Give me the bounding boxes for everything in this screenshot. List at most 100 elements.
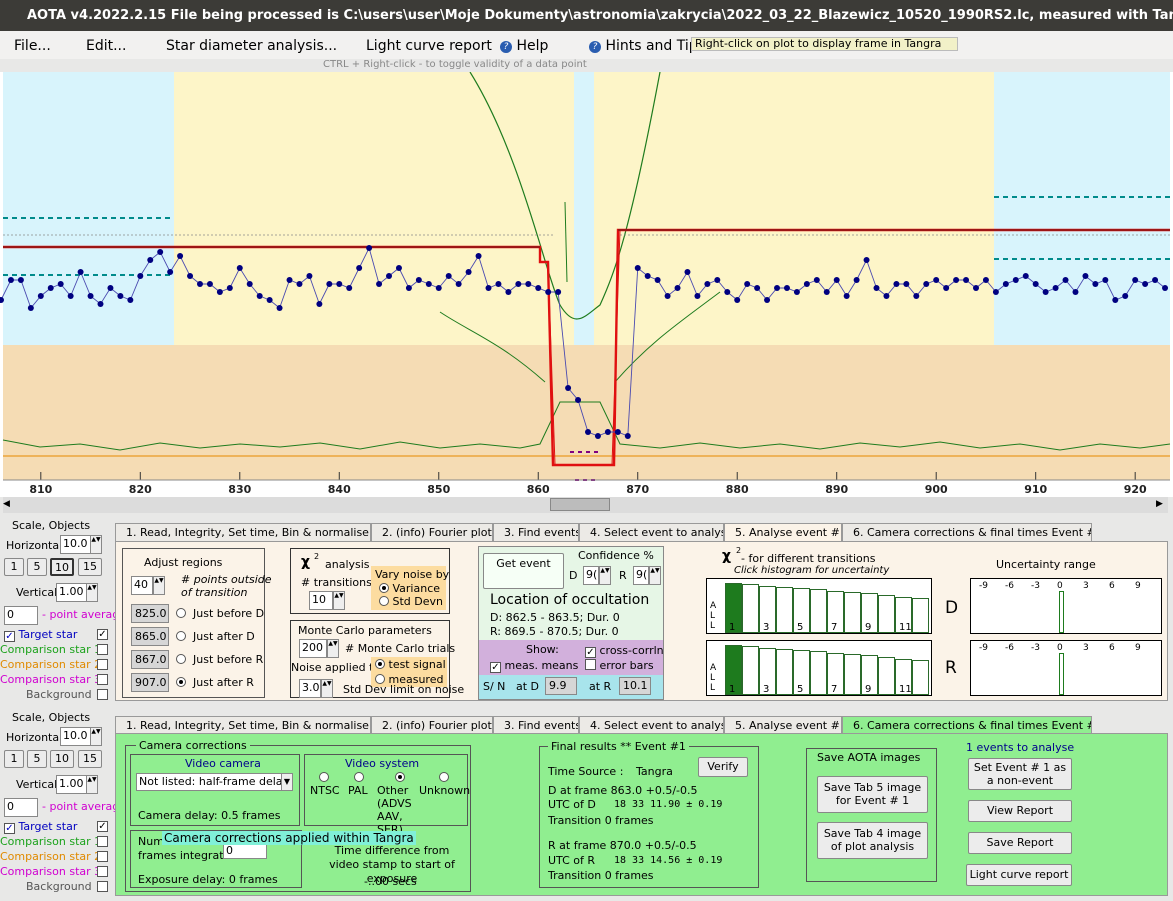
tab-fourier[interactable]: 2. (info) Fourier plot xyxy=(371,716,493,734)
comp2-checkbox[interactable] xyxy=(97,659,108,670)
comp3-checkbox[interactable] xyxy=(97,674,108,685)
horizontal-input[interactable]: 10.0 xyxy=(60,535,92,554)
vary-variance[interactable]: Variance xyxy=(379,582,440,595)
tab-select-event[interactable]: 4. Select event to analyse xyxy=(579,716,724,734)
radio[interactable] xyxy=(375,659,385,669)
spinner[interactable]: ▲▼ xyxy=(86,775,98,794)
target-star-checkbox[interactable]: ✓ xyxy=(97,629,108,640)
comp3-checkbox[interactable] xyxy=(97,866,108,877)
spinner[interactable]: ▲▼ xyxy=(86,583,98,602)
menu-lc-report[interactable]: Light curve report xyxy=(366,38,492,54)
spinner[interactable]: ▲▼ xyxy=(321,679,333,698)
tab-select-event[interactable]: 4. Select event to analyse xyxy=(579,523,724,541)
plot-scrollbar[interactable]: ◀ ▶ xyxy=(3,497,1168,513)
radio[interactable] xyxy=(354,772,364,782)
background-checkbox[interactable] xyxy=(97,689,108,700)
target-star-label[interactable]: ✓ Target star xyxy=(4,628,77,642)
radio[interactable] xyxy=(176,677,186,687)
just-after-r[interactable]: Just after R xyxy=(176,676,254,689)
tab-fourier[interactable]: 2. (info) Fourier plot xyxy=(371,523,493,541)
conf-r-select[interactable]: 9( xyxy=(633,566,649,585)
step-1-button[interactable]: 1 xyxy=(4,750,24,768)
spinner[interactable]: ▲▼ xyxy=(153,576,165,595)
tab-analyse-event[interactable]: 5. Analyse event #1 xyxy=(724,523,842,541)
histogram-bar[interactable] xyxy=(912,598,929,633)
tab-camera-corrections[interactable]: 6. Camera corrections & final times Even… xyxy=(842,523,1092,541)
radio[interactable] xyxy=(176,608,186,618)
radio[interactable] xyxy=(379,583,389,593)
vs-unknown-radio[interactable] xyxy=(439,771,449,784)
histogram-bar[interactable] xyxy=(810,651,827,695)
tab-analyse-event[interactable]: 5. Analyse event #1 xyxy=(724,716,842,734)
radio[interactable] xyxy=(176,631,186,641)
just-before-r[interactable]: Just before R xyxy=(176,653,263,666)
vs-other-radio[interactable] xyxy=(395,771,405,784)
transitions-input[interactable]: 10 xyxy=(309,591,333,610)
background-checkbox[interactable] xyxy=(97,881,108,892)
histogram-r[interactable]: A L L 1 3 5 7 9 11 xyxy=(706,640,932,696)
histogram-d[interactable]: A L L 1 3 5 7 9 11 xyxy=(706,578,932,634)
radio[interactable] xyxy=(319,772,329,782)
mc-trials-input[interactable]: 200 xyxy=(299,639,327,658)
menu-star-diameter[interactable]: Star diameter analysis... xyxy=(166,38,337,54)
spinner[interactable]: ▲▼ xyxy=(333,591,345,610)
menu-edit[interactable]: Edit... xyxy=(86,38,126,54)
radio[interactable] xyxy=(379,596,389,606)
histogram-bar[interactable] xyxy=(810,589,827,633)
horizontal-input[interactable]: 10.0 xyxy=(60,727,92,746)
target-star-label[interactable]: ✓ Target star xyxy=(4,820,77,834)
tab-find-events[interactable]: 3. Find events xyxy=(493,523,579,541)
spinner[interactable]: ▲▼ xyxy=(90,727,102,746)
checkbox[interactable]: ✓ xyxy=(585,647,596,658)
checkbox[interactable]: ✓ xyxy=(490,662,501,673)
histogram-bar[interactable] xyxy=(912,660,929,695)
histogram-bar[interactable] xyxy=(776,649,793,695)
tab-camera-corrections[interactable]: 6. Camera corrections & final times Even… xyxy=(842,716,1092,734)
checkbox[interactable] xyxy=(585,659,596,670)
view-report-button[interactable]: View Report xyxy=(968,800,1072,822)
get-event-button[interactable]: Get event xyxy=(483,553,564,589)
tab-find-events[interactable]: 3. Find events xyxy=(493,716,579,734)
comp2-checkbox[interactable] xyxy=(97,851,108,862)
menu-help[interactable]: ? Help xyxy=(500,38,548,54)
histogram-bar[interactable] xyxy=(844,592,861,633)
radio[interactable] xyxy=(395,772,405,782)
save-tab5-button[interactable]: Save Tab 5 image for Event # 1 xyxy=(817,776,928,813)
step-5-button[interactable]: 5 xyxy=(27,558,47,576)
histogram-bar[interactable] xyxy=(844,654,861,695)
spinner[interactable]: ▲▼ xyxy=(90,535,102,554)
checkbox[interactable]: ✓ xyxy=(4,823,15,834)
step-10-button[interactable]: 10 xyxy=(50,558,74,576)
vary-stddev[interactable]: Std Devn xyxy=(379,595,443,608)
scroll-thumb[interactable] xyxy=(550,498,610,511)
spinner[interactable]: ▲▼ xyxy=(599,566,611,585)
vs-ntsc-radio[interactable] xyxy=(319,771,329,784)
step-5-button[interactable]: 5 xyxy=(27,750,47,768)
step-15-button[interactable]: 15 xyxy=(78,750,102,768)
noise-test-signal[interactable]: test signal xyxy=(375,658,446,671)
scroll-right-icon[interactable]: ▶ xyxy=(1156,499,1168,511)
points-outside-input[interactable]: 40 xyxy=(131,576,153,595)
checkbox[interactable]: ✓ xyxy=(4,631,15,642)
save-tab4-button[interactable]: Save Tab 4 image of plot analysis xyxy=(817,822,928,859)
cross-corr-option[interactable]: ✓ cross-corrln xyxy=(585,644,664,658)
step-1-button[interactable]: 1 xyxy=(4,558,24,576)
menu-file[interactable]: File... xyxy=(14,38,51,54)
camera-select[interactable]: Not listed: half-frame delay xyxy=(136,773,282,791)
just-before-d[interactable]: Just before D xyxy=(176,607,264,620)
histogram-bar[interactable] xyxy=(878,595,895,633)
step-10-button[interactable]: 10 xyxy=(50,750,74,768)
std-dev-limit-input[interactable]: 3.0 xyxy=(299,679,321,698)
spinner[interactable]: ▲▼ xyxy=(327,639,339,658)
histogram-bar[interactable] xyxy=(776,587,793,633)
histogram-bar[interactable] xyxy=(878,657,895,695)
histogram-bar[interactable] xyxy=(742,646,759,695)
light-curve-plot[interactable]: 810 820 830 840 850 860 870 880 890 900 910 920 xyxy=(0,72,1173,497)
tab-read[interactable]: 1. Read, Integrity, Set time, Bin & norm… xyxy=(115,523,371,541)
conf-d-select[interactable]: 9( xyxy=(583,566,599,585)
point-average-select[interactable]: 0 xyxy=(4,798,38,817)
vertical-input[interactable]: 1.00 xyxy=(56,775,88,794)
menu-hints[interactable]: ? Hints and Tips xyxy=(589,38,705,54)
comp1-checkbox[interactable] xyxy=(97,836,108,847)
set-non-event-button[interactable]: Set Event # 1 as a non-event xyxy=(968,758,1072,790)
